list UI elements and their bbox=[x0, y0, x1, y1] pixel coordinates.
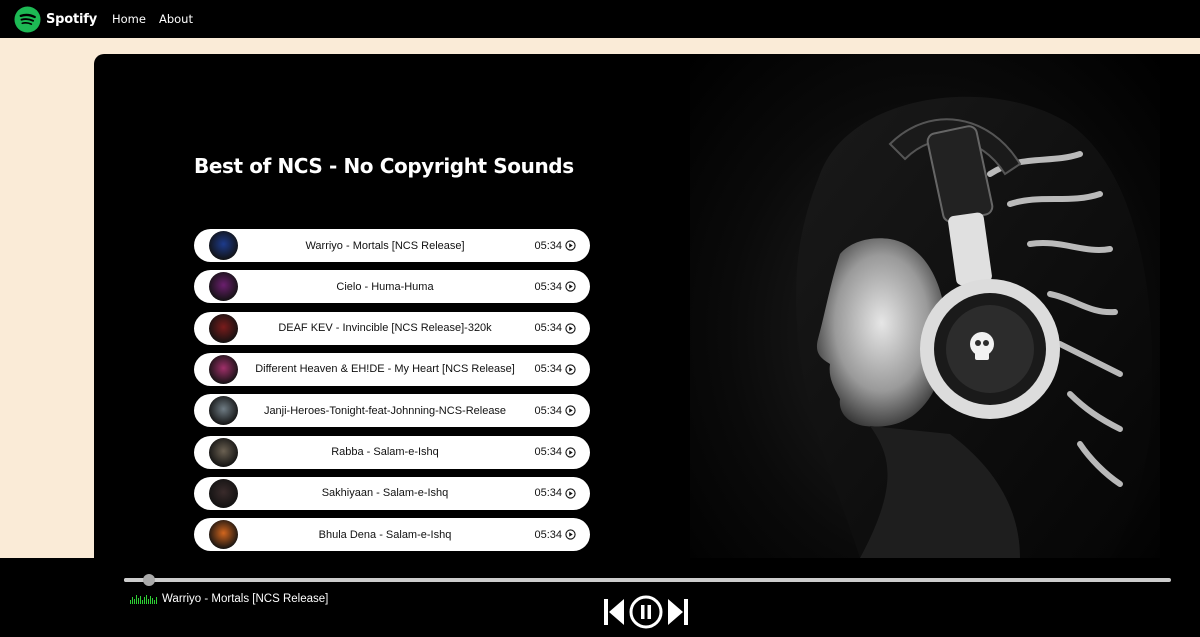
brand-name: Spotify bbox=[46, 11, 97, 27]
player-controls bbox=[603, 595, 689, 629]
pause-button[interactable] bbox=[629, 595, 663, 629]
progress-thumb[interactable] bbox=[143, 574, 156, 586]
song-name: Rabba - Salam-e-Ishq bbox=[331, 446, 439, 458]
song-cover-image bbox=[209, 354, 238, 384]
player-bar: Warriyo - Mortals [NCS Release] bbox=[0, 558, 1200, 637]
song-item[interactable]: Rabba - Salam-e-Ishq 05:34 bbox=[194, 435, 590, 469]
song-duration: 05:34 bbox=[534, 529, 576, 541]
nav-link-home[interactable]: Home bbox=[112, 12, 146, 26]
song-item[interactable]: Sakhiyaan - Salam-e-Ishq 05:34 bbox=[194, 476, 590, 510]
song-duration-text: 05:34 bbox=[534, 487, 562, 500]
song-name: Cielo - Huma-Huma bbox=[336, 280, 434, 293]
play-circle-icon[interactable] bbox=[565, 364, 576, 375]
song-duration-text: 05:34 bbox=[534, 280, 562, 293]
playing-wave-icon bbox=[130, 594, 158, 604]
song-item[interactable]: Janji-Heroes-Tonight-feat-Johnning-NCS-R… bbox=[194, 394, 590, 428]
now-playing-title: Warriyo - Mortals [NCS Release] bbox=[162, 593, 329, 605]
next-icon[interactable] bbox=[667, 598, 689, 626]
play-circle-icon[interactable] bbox=[565, 446, 576, 458]
song-duration-text: 05:34 bbox=[534, 239, 562, 252]
song-item[interactable]: Bhula Dena - Salam-e-Ishq 05:34 bbox=[194, 518, 590, 552]
playlist-panel: Best of NCS - No Copyright Sounds Warriy… bbox=[94, 54, 1200, 558]
spotify-logo-link[interactable]: Spotify bbox=[14, 5, 112, 33]
song-item[interactable]: Cielo - Huma-Huma 05:34 bbox=[194, 270, 590, 304]
play-circle-icon[interactable] bbox=[565, 281, 576, 292]
song-cover-image bbox=[209, 231, 238, 260]
banner-image bbox=[690, 54, 1160, 558]
play-circle-icon[interactable] bbox=[565, 322, 576, 334]
song-duration-text: 05:34 bbox=[534, 404, 562, 417]
nav-link-about[interactable]: About bbox=[159, 12, 193, 26]
song-duration: 05:34 bbox=[534, 487, 576, 499]
previous-icon[interactable] bbox=[603, 598, 625, 626]
play-circle-icon[interactable] bbox=[565, 529, 576, 540]
song-duration: 05:34 bbox=[534, 281, 576, 293]
headphones-artwork bbox=[796, 96, 1153, 558]
progress-bar[interactable] bbox=[124, 574, 1171, 586]
song-duration-text: 05:34 bbox=[534, 322, 562, 335]
song-duration-text: 05:34 bbox=[534, 363, 562, 376]
song-duration-text: 05:34 bbox=[534, 446, 562, 458]
song-duration: 05:34 bbox=[534, 322, 576, 334]
playlist-title: Best of NCS - No Copyright Sounds bbox=[194, 154, 574, 178]
song-name: Bhula Dena - Salam-e-Ishq bbox=[318, 528, 452, 541]
top-navbar: Spotify Home About bbox=[0, 0, 1200, 38]
play-circle-icon[interactable] bbox=[565, 405, 576, 416]
song-duration: 05:34 bbox=[534, 446, 576, 458]
now-playing: Warriyo - Mortals [NCS Release] bbox=[130, 593, 328, 605]
song-cover-image bbox=[209, 272, 238, 302]
spotify-logo-icon bbox=[14, 5, 41, 33]
song-duration: 05:34 bbox=[534, 363, 576, 375]
song-duration: 05:34 bbox=[534, 240, 576, 252]
play-circle-icon[interactable] bbox=[565, 488, 576, 499]
song-item[interactable]: DEAF KEV - Invincible [NCS Release]-320k… bbox=[194, 311, 590, 345]
song-name: Different Heaven & EH!DE - My Heart [NCS… bbox=[255, 363, 515, 376]
song-cover-image bbox=[209, 520, 238, 550]
song-name: Warriyo - Mortals [NCS Release] bbox=[305, 239, 465, 252]
song-name: Janji-Heroes-Tonight-feat-Johnning-NCS-R… bbox=[263, 404, 507, 417]
song-item[interactable]: Different Heaven & EH!DE - My Heart [NCS… bbox=[194, 352, 590, 386]
song-duration: 05:34 bbox=[534, 405, 576, 417]
song-duration-text: 05:34 bbox=[534, 528, 562, 541]
song-cover-image bbox=[209, 437, 238, 467]
song-cover-image bbox=[209, 396, 238, 426]
song-name: DEAF KEV - Invincible [NCS Release]-320k bbox=[278, 322, 492, 335]
play-circle-icon[interactable] bbox=[565, 240, 576, 251]
song-cover-image bbox=[209, 313, 238, 343]
song-item[interactable]: Warriyo - Mortals [NCS Release] 05:34 bbox=[194, 229, 590, 262]
song-name: Sakhiyaan - Salam-e-Ishq bbox=[321, 487, 449, 500]
song-cover-image bbox=[209, 478, 238, 508]
